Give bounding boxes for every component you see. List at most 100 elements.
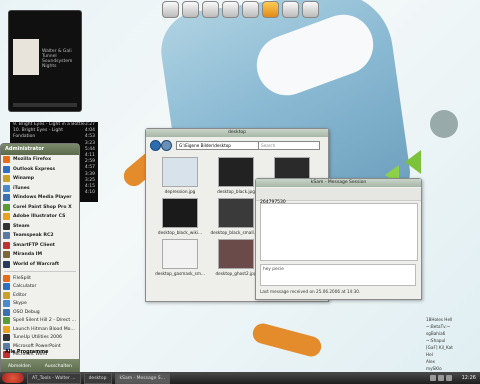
- start-menu-item[interactable]: Teamspeak RC2: [1, 231, 79, 241]
- program-label: Spell Silent Hill 2 - Direct ...: [13, 318, 76, 324]
- system-tray: [430, 375, 452, 381]
- thumbnail-image: [162, 157, 198, 187]
- program-icon: [3, 156, 10, 164]
- file-name: desktop_black.jpg: [217, 189, 255, 194]
- track-duration: 4:10: [84, 190, 95, 196]
- program-icon: [3, 260, 10, 268]
- album-art: [13, 39, 39, 75]
- program-label: Miranda IM: [13, 252, 43, 258]
- file-name: desktop_gasmask_sm...: [155, 271, 205, 276]
- dock-app-icon[interactable]: [222, 1, 239, 18]
- file-name: desktop_ghost2.jpg: [215, 271, 257, 276]
- shutdown-button[interactable]: Ausschalten: [45, 364, 72, 369]
- contact-entry[interactable]: 18Holes Hell: [426, 316, 462, 323]
- taskbar: AT_Tools - Walter ... desktop kSam - Messa…: [0, 372, 480, 384]
- start-menu-item[interactable]: iTunes: [1, 184, 79, 194]
- start-menu-item[interactable]: Mozilla Firefox: [1, 155, 79, 165]
- dock-app-icon[interactable]: [282, 1, 299, 18]
- file-name: desktop_black_small.jpg: [210, 230, 262, 235]
- thumbnail-image: [162, 198, 198, 228]
- program-icon: [3, 274, 10, 282]
- message-log: [260, 203, 418, 261]
- contact-entry[interactable]: sgBahia6: [426, 330, 462, 337]
- program-label: SmartFTP Client: [13, 242, 55, 248]
- track-title: 10. Bright Eyes - Light Fondation: [13, 128, 64, 140]
- all-programs-link[interactable]: Alle Programme: [5, 350, 48, 355]
- dock-app-icon[interactable]: [242, 1, 259, 18]
- user-name: Administrator: [1, 144, 79, 155]
- task-button[interactable]: kSam - Message S...: [114, 372, 170, 384]
- start-menu-item[interactable]: Windows Media Player: [1, 193, 79, 203]
- file-name: desktop_black_wiki...: [157, 230, 203, 235]
- forward-button[interactable]: [161, 140, 172, 151]
- program-icon: [3, 283, 10, 291]
- start-menu-item[interactable]: Steam: [1, 222, 79, 232]
- task-button[interactable]: AT_Tools - Walter ...: [27, 372, 81, 384]
- start-menu-item[interactable]: OSO Debug: [1, 308, 79, 317]
- media-player: Walter & Gali Tunnel Soundsystem Nights: [8, 10, 82, 112]
- task-buttons: AT_Tools - Walter ... desktop kSam - Messa…: [24, 372, 170, 384]
- start-menu-item[interactable]: Miranda IM: [1, 250, 79, 260]
- track-line-3: Soundsystem Nights: [42, 59, 73, 69]
- recent-programs: FileSplit Calculator Editor Skype OSO Debug S…: [1, 274, 79, 359]
- program-icon: [3, 251, 10, 259]
- messenger-window: kSam - Message Session 264797530 hey pec…: [255, 178, 422, 300]
- start-menu-item[interactable]: FileSplit: [1, 274, 79, 283]
- contact-entry[interactable]: [GaF] Kil_Kat: [426, 344, 462, 351]
- file-name: depression.jpg: [164, 189, 196, 194]
- dock-app-icon[interactable]: [262, 1, 279, 18]
- program-icon: [3, 334, 10, 342]
- program-label: Mozilla Firefox: [13, 157, 52, 163]
- seek-bar[interactable]: [13, 103, 77, 107]
- program-icon: [3, 241, 10, 249]
- contact-entry[interactable]: Alex: [426, 358, 462, 365]
- contact-entry[interactable]: mySKlo: [426, 365, 462, 372]
- program-icon: [3, 213, 10, 221]
- dock-app-icon[interactable]: [162, 1, 179, 18]
- program-label: FileSplit: [13, 275, 31, 281]
- tray-icon[interactable]: [430, 375, 436, 381]
- task-button[interactable]: desktop: [83, 372, 112, 384]
- file-thumbnail[interactable]: desktop_gasmask_sm...: [152, 239, 208, 276]
- start-menu-item[interactable]: Calculator: [1, 283, 79, 292]
- tray-icon[interactable]: [438, 375, 444, 381]
- start-menu-item[interactable]: Winamp: [1, 174, 79, 184]
- dock-app-icon[interactable]: [202, 1, 219, 18]
- logoff-button[interactable]: Abmelden: [8, 364, 31, 369]
- desktop-contact-list: 18Holes Hell ~:BetaTv:~ sgBahia6 ~:Shapul [G…: [426, 316, 462, 379]
- dock-app-icon[interactable]: [302, 1, 319, 18]
- pinned-programs: Mozilla Firefox Outlook Express Winamp iTun…: [1, 155, 79, 269]
- start-menu-item[interactable]: Editor: [1, 291, 79, 300]
- dock-app-icon[interactable]: [182, 1, 199, 18]
- start-menu-item[interactable]: World of Warcraft: [1, 260, 79, 270]
- contact-entry[interactable]: ~:BetaTv:~: [426, 323, 462, 330]
- clock: 12:26: [461, 375, 476, 381]
- program-label: Launch Hitman Blood Mo...: [13, 326, 75, 332]
- program-icon: [3, 232, 10, 240]
- tray-icon[interactable]: [446, 375, 452, 381]
- start-menu-item[interactable]: TuneUp Utilities 2006: [1, 334, 79, 343]
- start-menu: Administrator Mozilla Firefox Outlook Exp…: [0, 143, 80, 374]
- start-menu-footer: Abmelden Ausschalten: [1, 359, 79, 373]
- start-button[interactable]: [2, 373, 24, 383]
- wallpaper-shoe-right: [250, 321, 324, 359]
- program-icon: [3, 317, 10, 325]
- contact-entry[interactable]: ~:Shapul: [426, 337, 462, 344]
- message-input[interactable]: hey pecie: [260, 264, 416, 286]
- contact-entry[interactable]: Hel: [426, 351, 462, 358]
- back-button[interactable]: [150, 140, 161, 151]
- start-menu-item[interactable]: Skype: [1, 300, 79, 309]
- program-icon: [3, 165, 10, 173]
- start-menu-item[interactable]: SmartFTP Client: [1, 241, 79, 251]
- start-menu-item[interactable]: Adobe Illustrator CS: [1, 212, 79, 222]
- program-label: World of Warcraft: [13, 261, 60, 267]
- start-menu-item[interactable]: Spell Silent Hill 2 - Direct ...: [1, 317, 79, 326]
- file-thumbnail[interactable]: desktop_black_wiki...: [152, 198, 208, 235]
- program-label: Calculator: [13, 284, 37, 290]
- program-icon: [3, 300, 10, 308]
- start-menu-item[interactable]: Corel Paint Shop Pro X: [1, 203, 79, 213]
- start-menu-item[interactable]: Outlook Express: [1, 165, 79, 175]
- start-menu-item[interactable]: Launch Hitman Blood Mo...: [1, 325, 79, 334]
- search-input[interactable]: Search: [258, 141, 320, 150]
- file-thumbnail[interactable]: depression.jpg: [152, 157, 208, 194]
